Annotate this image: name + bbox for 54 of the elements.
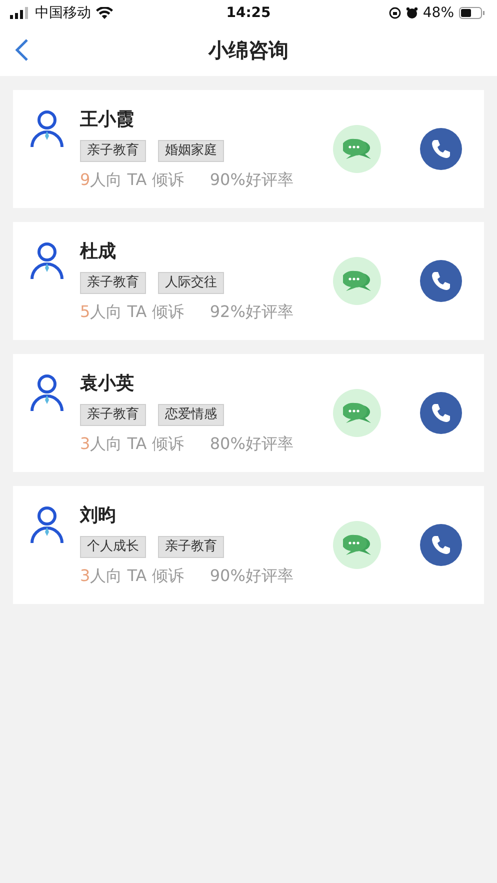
call-button[interactable] (420, 128, 462, 170)
person-icon (30, 110, 64, 148)
specialty-tag: 亲子教育 (80, 272, 146, 294)
chat-button[interactable] (333, 257, 381, 305)
rotation-lock-icon (388, 6, 401, 18)
call-button[interactable] (420, 260, 462, 302)
counselor-name: 袁小英 (80, 372, 135, 396)
chat-bubbles-icon (343, 533, 371, 557)
battery-icon (459, 6, 485, 18)
counselor-name: 刘昀 (80, 504, 117, 528)
specialty-tag: 亲子教育 (158, 536, 224, 558)
counselor-card[interactable]: 杜成 亲子教育 人际交往 5人向 TA 倾诉 92%好评率 (13, 222, 484, 340)
battery-percent: 48% (422, 4, 454, 20)
counselor-name: 王小霞 (80, 108, 135, 132)
counselor-card[interactable]: 刘昀 个人成长 亲子教育 3人向 TA 倾诉 90%好评率 (13, 486, 484, 604)
signal-icon (10, 6, 30, 18)
person-icon (30, 506, 64, 544)
consult-count: 3人向 TA 倾诉 (80, 434, 184, 455)
counselor-card[interactable]: 王小霞 亲子教育 婚姻家庭 9人向 TA 倾诉 90%好评率 (13, 90, 484, 208)
phone-icon (430, 534, 452, 556)
chat-button[interactable] (333, 125, 381, 173)
consult-count: 5人向 TA 倾诉 (80, 302, 184, 323)
rating-text: 80%好评率 (210, 434, 294, 455)
chat-button[interactable] (333, 521, 381, 569)
specialty-tag: 个人成长 (80, 536, 146, 558)
phone-icon (430, 138, 452, 160)
consult-count: 9人向 TA 倾诉 (80, 170, 184, 191)
wifi-icon (96, 6, 113, 18)
call-button[interactable] (420, 524, 462, 566)
alarm-icon (406, 6, 418, 18)
specialty-tag: 婚姻家庭 (158, 140, 224, 162)
clock-time: 14:25 (226, 4, 271, 20)
chat-bubbles-icon (343, 401, 371, 425)
phone-icon (430, 270, 452, 292)
chat-button[interactable] (333, 389, 381, 437)
chat-bubbles-icon (343, 137, 371, 161)
rating-text: 90%好评率 (210, 170, 294, 191)
rating-text: 92%好评率 (210, 302, 294, 323)
rating-text: 90%好评率 (210, 566, 294, 587)
specialty-tag: 人际交往 (158, 272, 224, 294)
counselor-name: 杜成 (80, 240, 117, 264)
consult-count: 3人向 TA 倾诉 (80, 566, 184, 587)
specialty-tag: 亲子教育 (80, 140, 146, 162)
specialty-tag: 亲子教育 (80, 404, 146, 426)
person-icon (30, 374, 64, 412)
specialty-tag: 恋爱情感 (158, 404, 224, 426)
carrier-name: 中国移动 (35, 4, 91, 22)
call-button[interactable] (420, 392, 462, 434)
counselor-card[interactable]: 袁小英 亲子教育 恋爱情感 3人向 TA 倾诉 80%好评率 (13, 354, 484, 472)
phone-icon (430, 402, 452, 424)
page-title: 小绵咨询 (208, 37, 288, 64)
back-icon[interactable] (15, 38, 29, 62)
person-icon (30, 242, 64, 280)
chat-bubbles-icon (343, 269, 371, 293)
